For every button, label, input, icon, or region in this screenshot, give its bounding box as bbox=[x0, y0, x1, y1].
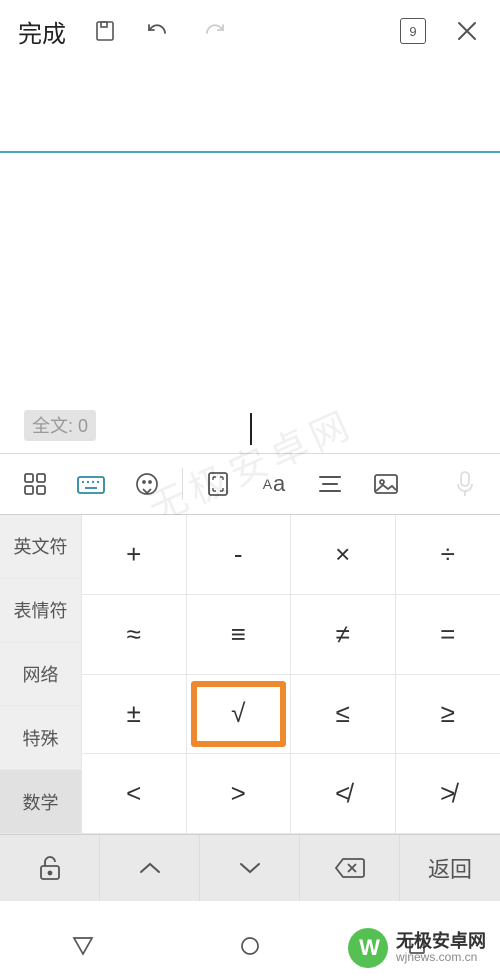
word-count-badge: 全文: 0 bbox=[24, 410, 96, 441]
nav-back-icon[interactable] bbox=[66, 929, 100, 963]
symbol-key[interactable]: ≤ bbox=[291, 675, 396, 755]
category-english[interactable]: 英文符 bbox=[0, 515, 82, 579]
lock-toggle-icon[interactable] bbox=[0, 835, 100, 901]
symbol-key-highlighted[interactable]: √ bbox=[187, 675, 292, 755]
symbol-key[interactable]: ≠ bbox=[291, 595, 396, 675]
fullscreen-icon[interactable] bbox=[191, 462, 245, 506]
symbol-key[interactable]: < bbox=[82, 754, 187, 834]
page-indicator[interactable]: 9 bbox=[388, 18, 438, 44]
symbol-key[interactable]: ± bbox=[82, 675, 187, 755]
align-icon[interactable] bbox=[303, 462, 357, 506]
symbol-key[interactable]: ≯ bbox=[396, 754, 500, 834]
symbol-key[interactable]: ÷ bbox=[396, 515, 500, 595]
symbol-key[interactable]: ≈ bbox=[82, 595, 187, 675]
symbol-key[interactable]: - bbox=[187, 515, 292, 595]
category-emoji[interactable]: 表情符 bbox=[0, 579, 82, 643]
category-math[interactable]: 数学 bbox=[0, 770, 82, 834]
symbol-key[interactable]: > bbox=[187, 754, 292, 834]
category-special[interactable]: 特殊 bbox=[0, 706, 82, 770]
grid-icon[interactable] bbox=[8, 462, 62, 506]
editor-header-line bbox=[0, 62, 500, 153]
emoji-icon[interactable] bbox=[120, 462, 174, 506]
watermark-title: 无极安卓网 bbox=[396, 932, 486, 951]
symbol-key[interactable]: ≡ bbox=[187, 595, 292, 675]
symbol-key[interactable]: = bbox=[396, 595, 500, 675]
site-watermark: W 无极安卓网 wjnews.com.cn bbox=[348, 928, 486, 968]
nav-home-icon[interactable] bbox=[233, 929, 267, 963]
watermark-subtitle: wjnews.com.cn bbox=[396, 950, 486, 964]
collapse-down-icon[interactable] bbox=[200, 835, 300, 901]
mic-icon bbox=[438, 462, 492, 506]
redo-icon bbox=[188, 19, 238, 43]
category-network[interactable]: 网络 bbox=[0, 643, 82, 707]
editor-area[interactable]: 无极安卓网 全文: 0 bbox=[0, 153, 500, 453]
close-icon[interactable] bbox=[442, 20, 492, 42]
category-list: 英文符 表情符 网络 特殊 数学 bbox=[0, 515, 82, 834]
symbol-key[interactable]: ≮ bbox=[291, 754, 396, 834]
symbol-grid: + - × ÷ ≈ ≡ ≠ = ± √ ≤ ≥ < > ≮ ≯ bbox=[82, 515, 500, 834]
text-cursor bbox=[250, 413, 252, 445]
back-button[interactable]: 返回 bbox=[400, 835, 500, 901]
backspace-icon[interactable] bbox=[300, 835, 400, 901]
undo-icon[interactable] bbox=[134, 19, 184, 43]
done-button[interactable]: 完成 bbox=[8, 14, 76, 49]
collapse-up-icon[interactable] bbox=[100, 835, 200, 901]
symbol-key[interactable]: + bbox=[82, 515, 187, 595]
symbol-key[interactable]: × bbox=[291, 515, 396, 595]
image-icon[interactable] bbox=[359, 462, 413, 506]
symbol-key[interactable]: ≥ bbox=[396, 675, 500, 755]
save-icon[interactable] bbox=[80, 19, 130, 43]
keyboard-icon[interactable] bbox=[64, 462, 118, 506]
font-icon[interactable]: Aa bbox=[247, 462, 301, 506]
watermark-logo: W bbox=[348, 928, 388, 968]
